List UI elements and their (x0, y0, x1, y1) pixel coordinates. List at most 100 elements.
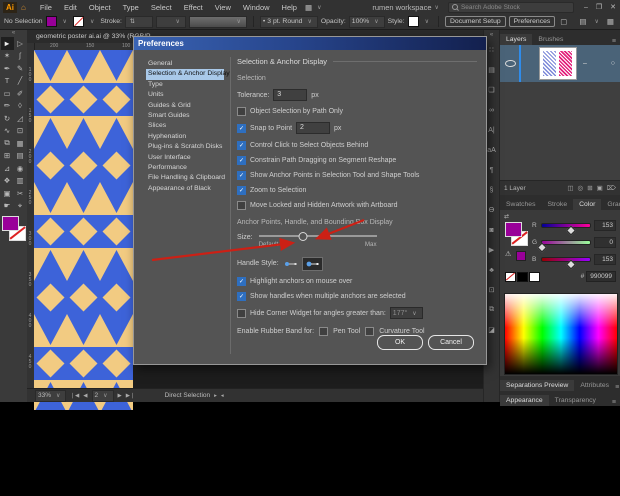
prefs-sidebar-item-general[interactable]: General (146, 59, 224, 69)
highlight-anchors-on-mouse-over-checkbox[interactable]: ✓ (237, 277, 246, 286)
collapse-toolbar-icon[interactable]: « (0, 30, 27, 37)
pencil-tool[interactable]: ✏ (1, 100, 14, 113)
brush-size-dropdown[interactable]: • 3 pt. Round ∨ (260, 16, 318, 28)
slider-value-field[interactable]: 153 (594, 220, 616, 231)
dialog-title-bar[interactable]: Preferences (134, 37, 486, 50)
artboard-tool[interactable]: ▣ (1, 187, 14, 200)
eraser-tool[interactable]: ◊ (14, 100, 27, 113)
perspective-grid-tool[interactable]: ▦ (14, 137, 27, 150)
pen-tool[interactable]: ✒ (1, 62, 14, 75)
tab-transparency[interactable]: Transparency (549, 395, 602, 406)
tab-layers[interactable]: Layers (500, 34, 532, 45)
spectrum-gradient[interactable] (504, 293, 618, 375)
make-mask-icon[interactable]: ◎ (578, 184, 584, 192)
gradient-tool[interactable]: ▤ (14, 150, 27, 163)
size-slider[interactable]: Default Max (259, 235, 377, 248)
zoom-to-selection-checkbox[interactable]: ✓ (237, 186, 246, 195)
stroke-weight-stepper[interactable]: ⇅ (125, 16, 153, 28)
snap-point-input[interactable]: 2 (296, 122, 330, 134)
prefs-sidebar-item-slices[interactable]: Slices (146, 121, 224, 131)
minimize-button[interactable]: – (580, 4, 592, 11)
free-transform-tool[interactable]: ⊡ (14, 125, 27, 138)
toolbar-fill-swatch[interactable] (2, 216, 19, 231)
prefs-sidebar-item-user-interface[interactable]: User Interface (146, 153, 224, 163)
direct-selection-tool[interactable]: ▷ (14, 37, 27, 50)
panel-menu-icon[interactable]: ≡ (615, 384, 620, 391)
tab-gradient[interactable]: Gradient (601, 199, 620, 210)
expand-panels-icon[interactable]: « (490, 32, 493, 40)
status-forward-icon[interactable]: ▸ (214, 393, 217, 399)
tolerance-input[interactable]: 3 (273, 89, 307, 101)
width-tool-tool[interactable]: ∿ (1, 125, 14, 138)
tab-attributes[interactable]: Attributes (574, 380, 615, 391)
visibility-eye-icon[interactable] (505, 60, 516, 67)
control-click-to-select-objects-behind-checkbox[interactable]: ✓ (237, 141, 246, 150)
prefs-sidebar-item-type[interactable]: Type (146, 80, 224, 90)
next-artboard-icon[interactable]: ▶ (118, 393, 122, 399)
gamut-swatch[interactable] (516, 251, 526, 261)
menu-object[interactable]: Object (83, 3, 117, 12)
handle-style-option-2-selected[interactable] (302, 257, 323, 271)
line-segment-tool[interactable]: ╱ (14, 75, 27, 88)
hide-corner-widget-for-angles-greater-than-checkbox[interactable] (237, 309, 246, 318)
fill-color-swatch[interactable] (46, 16, 57, 27)
prev-artboard-icon[interactable]: ◀ (83, 393, 87, 399)
eyedropper-tool[interactable]: ⊿ (1, 162, 14, 175)
width-profile-dropdown[interactable]: ∨ (156, 16, 186, 28)
black-swatch[interactable] (517, 272, 528, 282)
tab-color[interactable]: Color (573, 199, 601, 210)
type-tool[interactable]: T (1, 75, 14, 88)
menu-view[interactable]: View (209, 3, 237, 12)
layer-target-icon[interactable]: ○ (611, 60, 615, 67)
menu-select[interactable]: Select (145, 3, 178, 12)
prefs-sidebar-item-appearance-of-black[interactable]: Appearance of Black (146, 184, 224, 194)
slider-knob[interactable] (566, 225, 576, 235)
mesh-tool[interactable]: ⊞ (1, 150, 14, 163)
delete-layer-icon[interactable]: ⌦ (607, 184, 616, 192)
layer-thumbnail[interactable] (539, 47, 577, 80)
arrange-documents-icon[interactable]: ▢ (558, 17, 569, 26)
last-artboard-icon[interactable]: ▶❘ (126, 393, 135, 399)
rotate-tool[interactable]: ↻ (1, 112, 14, 125)
collect-export-icon[interactable]: ◫ (567, 184, 573, 192)
new-layer-icon[interactable]: ▣ (597, 184, 603, 192)
layer-row[interactable]: – ○ (500, 45, 620, 82)
blend-tool[interactable]: ◉ (14, 162, 27, 175)
close-button[interactable]: ✕ (606, 3, 620, 11)
search-input[interactable]: Search Adobe Stock (448, 2, 574, 13)
tab-separations-preview[interactable]: Separations Preview (500, 380, 574, 391)
panel-menu-icon[interactable]: ≡ (612, 38, 620, 45)
pen-tool-checkbox[interactable] (319, 327, 328, 336)
workspace-grid-icon[interactable]: ▦ (303, 3, 314, 12)
out-of-gamut-warning-icon[interactable]: ⚠ (505, 250, 511, 258)
show-handles-when-multiple-anchors-are-selected-checkbox[interactable]: ✓ (237, 292, 246, 301)
tab-appearance[interactable]: Appearance (500, 395, 549, 406)
menu-effect[interactable]: Effect (178, 3, 209, 12)
prefs-sidebar-item-performance[interactable]: Performance (146, 163, 224, 173)
style-swatch[interactable] (408, 16, 419, 27)
selection-tool[interactable]: ► (1, 37, 14, 50)
menu-file[interactable]: File (34, 3, 58, 12)
zoom-level-dropdown[interactable]: 33% ∨ (35, 390, 66, 402)
workspace-layout-icon[interactable]: ▦ (605, 17, 616, 26)
swap-fill-stroke-icon[interactable]: ⇄ (504, 213, 509, 220)
corner-widget-angle-dropdown[interactable]: 177°∨ (390, 307, 423, 319)
prefs-sidebar-item-guides-grid[interactable]: Guides & Grid (146, 101, 224, 111)
slider-track[interactable] (541, 257, 591, 262)
zoom-tool[interactable]: ⌖ (14, 200, 27, 213)
workspace-switcher[interactable]: rumen workspace (372, 3, 431, 12)
curvature-tool-checkbox[interactable] (365, 327, 374, 336)
symbol-sprayer-tool[interactable]: ❖ (1, 175, 14, 188)
curvature-tool[interactable]: ✎ (14, 62, 27, 75)
prefs-sidebar-item-selection-anchor-display[interactable]: Selection & Anchor Display (146, 69, 224, 79)
home-icon[interactable]: ⌂ (21, 3, 26, 12)
none-swatch[interactable] (505, 272, 516, 282)
magic-wand-tool[interactable]: ✶ (1, 50, 14, 63)
slider-value-field[interactable]: 0 (594, 237, 616, 248)
tab-brushes[interactable]: Brushes (532, 34, 569, 45)
menu-help[interactable]: Help (276, 3, 303, 12)
shape-builder-tool[interactable]: ⧉ (1, 137, 14, 150)
slider-knob[interactable] (566, 259, 576, 269)
slider-value-field[interactable]: 153 (594, 254, 616, 265)
snap-to-point-checkbox[interactable]: ✓ (237, 124, 246, 133)
